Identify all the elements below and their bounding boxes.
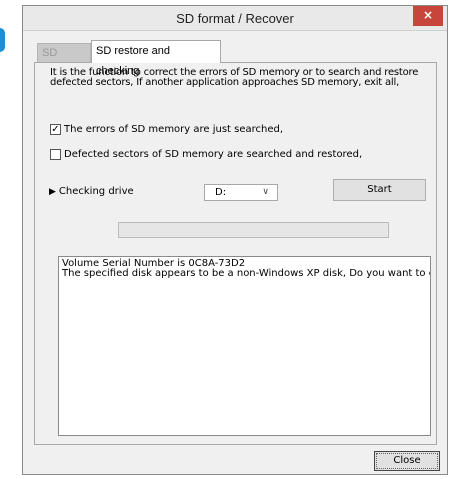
log-textbox[interactable]: Volume Serial Number is 0C8A-73D2 The sp…: [58, 256, 431, 436]
option-restore-label: Defected sectors of SD memory are search…: [64, 149, 363, 160]
close-button-label: Close: [376, 453, 438, 469]
dialog-window: SD format / Recover × SD format SD resto…: [22, 5, 448, 475]
background-accent: [0, 28, 5, 52]
option-restore[interactable]: Defected sectors of SD memory are search…: [50, 149, 362, 160]
close-icon[interactable]: ×: [413, 6, 443, 26]
checkbox-restore[interactable]: [50, 149, 61, 160]
log-line: The specified disk appears to be a non-W…: [62, 268, 431, 279]
drive-select-value: D:: [215, 187, 227, 198]
checking-drive-text: Checking drive: [58, 186, 134, 197]
progress-bar: [118, 222, 389, 238]
drive-select[interactable]: D: ∨: [204, 184, 278, 201]
close-button[interactable]: Close: [374, 451, 440, 471]
option-search-only[interactable]: ✓ The errors of SD memory are just searc…: [50, 124, 283, 135]
title-bar[interactable]: SD format / Recover ×: [23, 6, 447, 31]
chevron-down-icon: ∨: [262, 187, 269, 197]
start-button[interactable]: Start: [333, 179, 426, 201]
option-search-only-label: The errors of SD memory are just searche…: [64, 124, 284, 135]
tab-sd-restore[interactable]: SD restore and checking: [91, 40, 221, 77]
checkbox-search-only[interactable]: ✓: [50, 124, 61, 135]
checking-drive-label: ▶ Checking drive: [49, 186, 134, 197]
play-arrow-icon: ▶: [49, 187, 56, 197]
window-title: SD format / Recover: [176, 11, 294, 26]
tab-sd-format[interactable]: SD format: [37, 43, 91, 77]
